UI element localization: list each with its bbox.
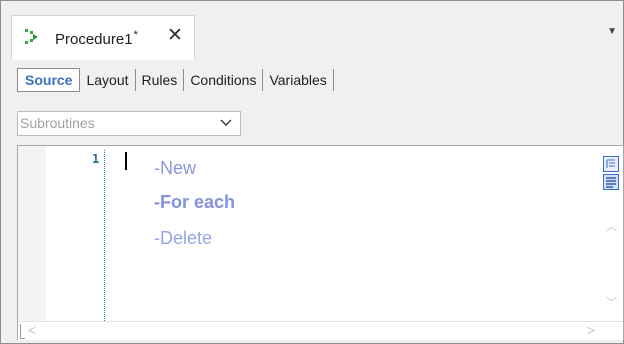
scroll-right-icon[interactable]: > <box>587 322 595 338</box>
subroutines-dropdown-value: Subroutines <box>20 115 95 131</box>
tab-variables[interactable]: Variables <box>263 69 334 91</box>
editor-gutter: 1 <box>18 146 104 321</box>
line-number: 1 <box>92 152 100 166</box>
align-lines-icon[interactable] <box>603 174 619 190</box>
scroll-down-icon[interactable]: ﹀ <box>606 294 617 310</box>
gutter-divider <box>104 150 105 321</box>
horizontal-scrollbar[interactable]: < > <box>18 321 623 340</box>
procedure-icon <box>25 29 38 44</box>
close-icon[interactable]: ✕ <box>167 26 183 46</box>
tab-conditions[interactable]: Conditions <box>184 69 264 91</box>
suggestion-for-each[interactable]: -For each <box>154 192 235 213</box>
scroll-up-icon[interactable]: ︿ <box>606 218 617 234</box>
source-editor[interactable]: 1 -New -For each -Delete ︿ ﹀ < > <box>17 145 624 340</box>
document-tab-title: Procedure1* <box>55 29 138 48</box>
tab-list-dropdown-icon[interactable]: ▼ <box>607 26 617 37</box>
chevron-down-icon <box>220 119 232 126</box>
suggestion-new[interactable]: -New <box>154 158 196 179</box>
tab-source[interactable]: Source <box>17 68 81 92</box>
tab-rules[interactable]: Rules <box>136 69 185 91</box>
document-tab-procedure1[interactable]: Procedure1* ✕ <box>11 15 195 60</box>
outline-icon[interactable] <box>603 156 619 172</box>
editor-side-toolbar <box>603 156 619 192</box>
scroll-left-icon[interactable]: < <box>28 322 36 338</box>
editor-subtabs: Source Layout Rules Conditions Variables <box>17 67 334 93</box>
modified-marker: * <box>133 29 138 41</box>
gutter-margin <box>18 146 46 321</box>
subroutines-dropdown[interactable]: Subroutines <box>17 111 241 136</box>
document-tab-strip: Procedure1* ✕ ▼ <box>1 1 623 60</box>
text-caret <box>125 152 127 170</box>
resize-grip-icon[interactable] <box>20 324 25 339</box>
tab-layout[interactable]: Layout <box>80 69 136 91</box>
suggestion-delete[interactable]: -Delete <box>154 228 212 249</box>
procedure-editor-window: Procedure1* ✕ ▼ Source Layout Rules Cond… <box>0 0 624 344</box>
